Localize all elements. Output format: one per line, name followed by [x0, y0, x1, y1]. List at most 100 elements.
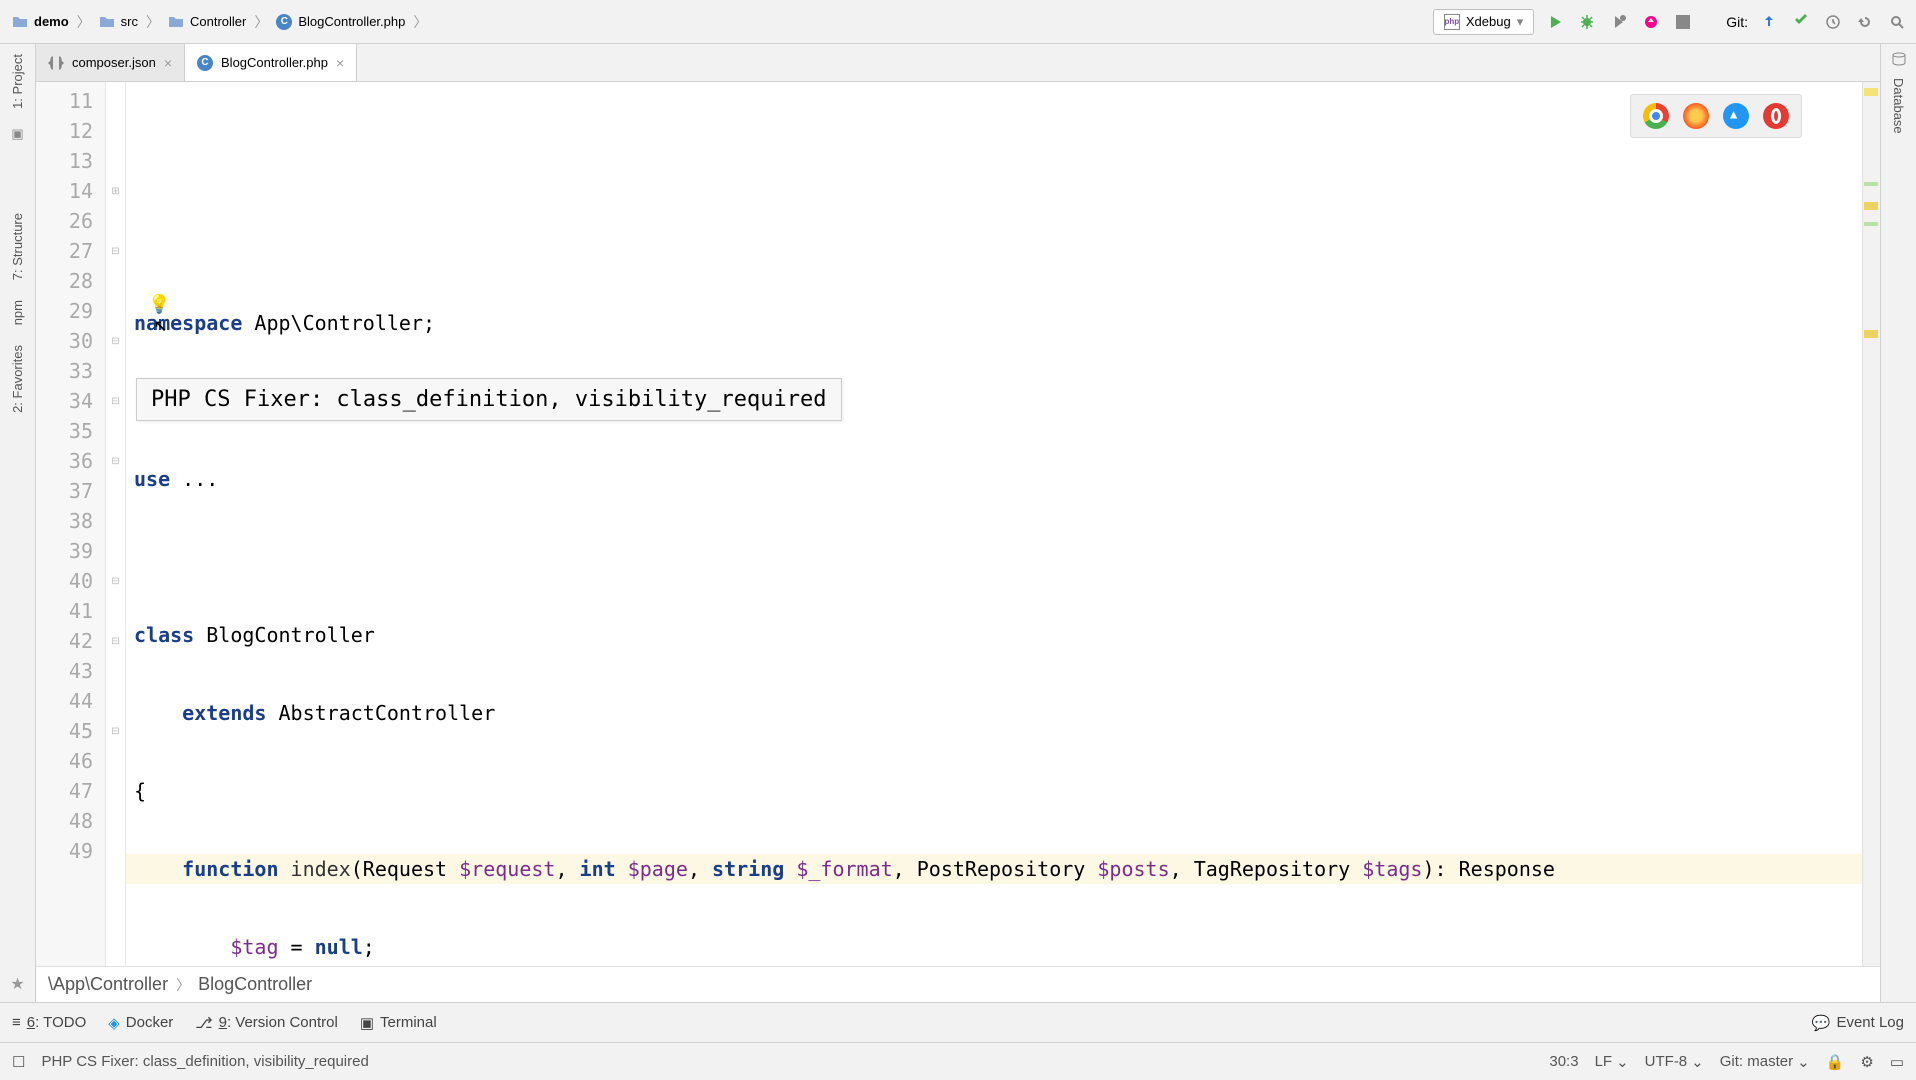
- folder-icon: [99, 14, 115, 30]
- stop-button[interactable]: [1672, 11, 1694, 33]
- bottom-tool-bar: ≡ 6: TODO ◈ Docker ⎇ 9: Version Control …: [0, 1002, 1916, 1042]
- breadcrumb-src[interactable]: src: [95, 12, 142, 32]
- left-tool-strip: 1: Project ▣ 7: Structure npm 2: Favorit…: [0, 44, 36, 1002]
- encoding-selector[interactable]: UTF-8 ⌄: [1645, 1053, 1704, 1071]
- run-config-label: Xdebug: [1466, 14, 1511, 29]
- git-update-button[interactable]: [1758, 11, 1780, 33]
- fold-icon[interactable]: ⊞: [106, 176, 125, 206]
- database-icon[interactable]: [1890, 50, 1908, 68]
- branch-icon: ⎇: [195, 1014, 212, 1032]
- terminal-tool-tab[interactable]: ▣ Terminal: [360, 1014, 437, 1032]
- git-commit-button[interactable]: [1790, 11, 1812, 33]
- run-config-selector[interactable]: php Xdebug ▾: [1433, 9, 1534, 35]
- chevron-down-icon: ⌄: [1616, 1053, 1629, 1071]
- history-button[interactable]: [1822, 11, 1844, 33]
- toolbar-actions: php Xdebug ▾ Git:: [1433, 9, 1908, 35]
- star-icon: ★: [10, 974, 24, 994]
- editor-scrollbar[interactable]: [1862, 82, 1880, 966]
- favorites-tool-tab[interactable]: 2: Favorites: [6, 335, 29, 423]
- git-label: Git:: [1726, 14, 1748, 30]
- docker-icon: ◈: [108, 1014, 120, 1032]
- npm-tool-tab[interactable]: npm: [6, 290, 29, 335]
- warning-marker[interactable]: [1864, 88, 1878, 96]
- project-tool-tab[interactable]: 1: Project: [6, 44, 29, 119]
- fold-icon[interactable]: ⊟: [106, 326, 125, 356]
- database-tool-tab[interactable]: Database: [1887, 68, 1910, 144]
- tab-composer-json[interactable]: composer.json ×: [36, 44, 185, 81]
- json-icon: [48, 55, 64, 71]
- event-log-tab[interactable]: 💬 Event Log: [1812, 1014, 1904, 1032]
- editor-column: composer.json × C BlogController.php × 1…: [36, 44, 1880, 1002]
- warning-marker[interactable]: [1864, 202, 1878, 210]
- mouse-cursor-icon: ↖: [154, 312, 167, 337]
- code-content[interactable]: 💡 ↖ PHP CS Fixer: class_definition, visi…: [126, 82, 1862, 966]
- coverage-button[interactable]: [1608, 11, 1630, 33]
- collapse-icon[interactable]: ▣: [9, 125, 27, 143]
- tab-blog-controller[interactable]: C BlogController.php ×: [185, 44, 357, 81]
- status-message: PHP CS Fixer: class_definition, visibili…: [41, 1053, 368, 1070]
- fold-gutter: ⊞ ⊟ ⊟ ⊟ ⊟ ⊟ ⊟ ⊟: [106, 82, 126, 966]
- vcs-tool-tab[interactable]: ⎇ 9: Version Control: [195, 1014, 338, 1032]
- class-icon: C: [276, 14, 292, 30]
- todo-tool-tab[interactable]: ≡ 6: TODO: [12, 1014, 86, 1031]
- chevron-right-icon: 〉: [254, 12, 268, 32]
- debug-button[interactable]: [1576, 11, 1598, 33]
- settings-icon[interactable]: ⚙: [1860, 1053, 1873, 1071]
- breadcrumb-project[interactable]: demo: [8, 12, 73, 32]
- chrome-icon[interactable]: [1643, 103, 1669, 129]
- fold-icon[interactable]: ⊟: [106, 236, 125, 266]
- php-icon: php: [1444, 14, 1460, 30]
- chevron-right-icon: 〉: [413, 12, 427, 32]
- chevron-down-icon: ⌄: [1797, 1053, 1810, 1071]
- editor-tabs: composer.json × C BlogController.php ×: [36, 44, 1880, 82]
- git-branch-selector[interactable]: Git: master ⌄: [1720, 1053, 1810, 1071]
- lock-icon[interactable]: 🔒: [1826, 1053, 1845, 1071]
- breadcrumb-controller[interactable]: Controller: [164, 12, 250, 32]
- opera-icon[interactable]: [1763, 103, 1789, 129]
- breadcrumb-file[interactable]: C BlogController.php: [272, 12, 409, 32]
- tab-label: composer.json: [72, 55, 156, 70]
- breadcrumb-namespace[interactable]: \App\Controller: [48, 974, 168, 995]
- open-in-browser-panel: [1630, 94, 1802, 138]
- close-icon[interactable]: ×: [336, 55, 344, 71]
- line-ending-selector[interactable]: LF ⌄: [1595, 1053, 1629, 1071]
- profile-button[interactable]: [1640, 11, 1662, 33]
- close-icon[interactable]: ×: [164, 55, 172, 71]
- memory-indicator[interactable]: ▭: [1890, 1053, 1904, 1071]
- fold-icon[interactable]: ⊟: [106, 716, 125, 746]
- editor-bottom-breadcrumb: \App\Controller 〉 BlogController: [36, 966, 1880, 1002]
- chevron-down-icon: ▾: [1517, 14, 1524, 30]
- change-marker[interactable]: [1864, 182, 1878, 186]
- list-icon: ≡: [12, 1014, 21, 1031]
- fold-icon[interactable]: ⊟: [106, 566, 125, 596]
- search-button[interactable]: [1886, 11, 1908, 33]
- docker-tool-tab[interactable]: ◈ Docker: [108, 1014, 173, 1032]
- change-marker[interactable]: [1864, 222, 1878, 226]
- nav-breadcrumb: demo 〉 src 〉 Controller 〉 C BlogControll…: [8, 12, 1433, 32]
- status-icon[interactable]: ☐: [12, 1053, 25, 1071]
- fold-icon[interactable]: ⊟: [106, 386, 125, 416]
- chevron-right-icon: 〉: [146, 12, 160, 32]
- chevron-right-icon: 〉: [176, 975, 190, 995]
- code-editor[interactable]: 1112131426272829303334353637383940414243…: [36, 82, 1880, 966]
- folder-icon: [12, 14, 28, 30]
- breadcrumb-class[interactable]: BlogController: [198, 974, 312, 995]
- caret-position[interactable]: 30:3: [1549, 1053, 1578, 1070]
- rollback-button[interactable]: [1854, 11, 1876, 33]
- safari-icon[interactable]: [1723, 103, 1749, 129]
- fold-icon[interactable]: ⊟: [106, 626, 125, 656]
- inspection-tooltip: PHP CS Fixer: class_definition, visibili…: [136, 378, 842, 421]
- chevron-down-icon: ⌄: [1691, 1053, 1704, 1071]
- chevron-right-icon: 〉: [77, 12, 91, 32]
- run-button[interactable]: [1544, 11, 1566, 33]
- status-bar: ☐ PHP CS Fixer: class_definition, visibi…: [0, 1042, 1916, 1080]
- structure-tool-tab[interactable]: 7: Structure: [6, 203, 29, 290]
- firefox-icon[interactable]: [1683, 103, 1709, 129]
- bubble-icon: 💬: [1812, 1014, 1831, 1032]
- warning-marker[interactable]: [1864, 330, 1878, 338]
- main-area: 1: Project ▣ 7: Structure npm 2: Favorit…: [0, 44, 1916, 1002]
- breadcrumb-label: demo: [34, 14, 69, 29]
- folder-icon: [168, 14, 184, 30]
- right-tool-strip: Database: [1880, 44, 1916, 1002]
- fold-icon[interactable]: ⊟: [106, 446, 125, 476]
